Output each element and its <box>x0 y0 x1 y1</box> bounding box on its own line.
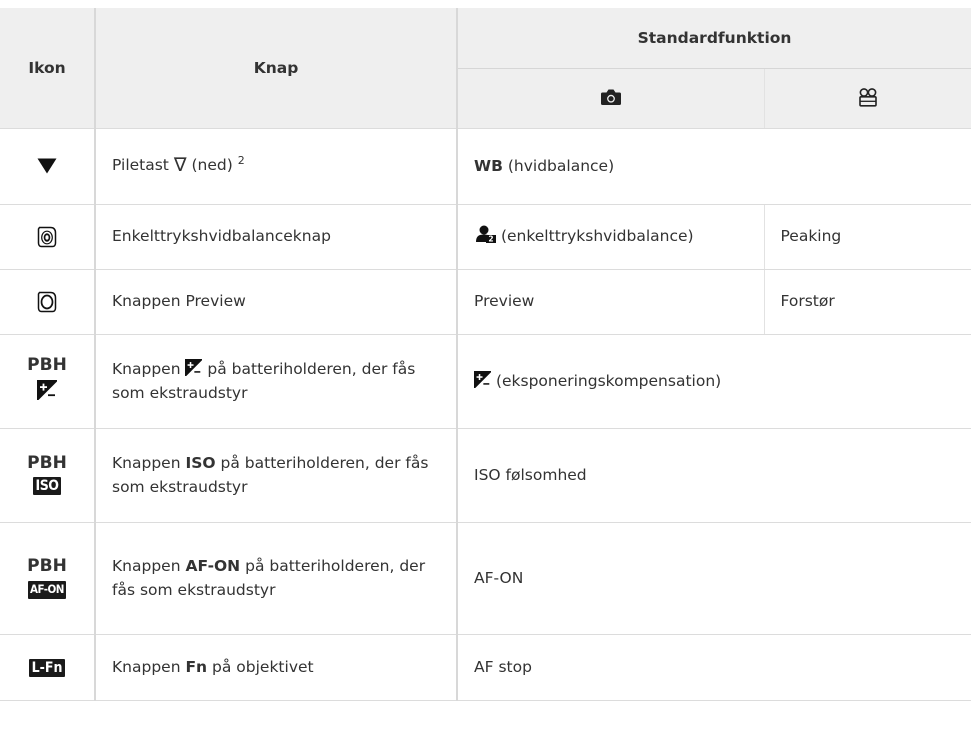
row-function-cell: AF stop <box>455 634 971 701</box>
row-button-cell: Knappen AF-ON på batteriholderen, der få… <box>94 522 457 635</box>
row-icon-cell: PBH <box>0 334 95 429</box>
pbh-label: PBH <box>27 555 67 576</box>
col-header-movie <box>763 68 971 129</box>
svg-text:2: 2 <box>488 235 493 243</box>
col-header-icon: Ikon <box>0 8 95 129</box>
row-movie-cell: Forstør <box>763 269 971 335</box>
exposure-comp-icon <box>185 358 203 376</box>
row-function-cell: (eksponeringskompensation) <box>455 334 971 429</box>
row-button-cell: Enkelttrykshvidbalanceknap <box>94 204 457 270</box>
movie-camera-icon <box>858 88 877 107</box>
col-header-photo <box>456 68 764 129</box>
row-function-cell: WB (hvidbalance) <box>455 128 971 205</box>
function-table: Ikon Knap Standardfunktion Piletast ∇ (n… <box>0 8 971 701</box>
row-icon-cell <box>0 128 95 205</box>
row-button-cell: Knappen Fn på objektivet <box>94 634 457 701</box>
l-fn-badge-icon: L-Fn <box>28 658 66 677</box>
table-row: L-Fn Knappen Fn på objektivet AF stop <box>0 634 971 701</box>
iso-badge-icon: ISO <box>32 477 62 496</box>
row-icon-cell: L-Fn <box>0 634 95 701</box>
row-movie-cell: Peaking <box>763 204 971 270</box>
table-row: PBH Knappen på batteriholderen, der fås … <box>0 334 971 429</box>
af-on-badge-icon: AF-ON <box>28 581 66 599</box>
table-row: Enkelttrykshvidbalanceknap 2 (enkelttryk… <box>0 204 971 270</box>
one-touch-wb-icon: 2 <box>476 225 496 244</box>
table-row: Knappen Preview Preview Forstør <box>0 269 971 335</box>
exposure-comp-icon <box>37 379 57 400</box>
row-photo-cell: 2 (enkelttrykshvidbalance) <box>456 204 764 270</box>
row-icon-cell <box>0 204 95 270</box>
pbh-label: PBH <box>27 355 67 376</box>
row-button-cell: Knappen ISO på batteriholderen, der fås … <box>94 428 457 523</box>
row-photo-cell: Preview <box>456 269 764 335</box>
row-button-cell: Knappen Preview <box>94 269 457 335</box>
pbh-label: PBH <box>27 452 67 473</box>
row-icon-cell: PBH AF-ON <box>0 522 95 635</box>
down-triangle-icon <box>37 158 57 174</box>
row-button-cell: Knappen på batteriholderen, der fås som … <box>94 334 457 429</box>
table-row: PBH AF-ON Knappen AF-ON på batteriholder… <box>0 522 971 635</box>
col-header-button: Knap <box>94 8 457 129</box>
col-header-default-function: Standardfunktion <box>455 8 971 69</box>
table-row: PBH ISO Knappen ISO på batteriholderen, … <box>0 428 971 523</box>
row-function-cell: ISO følsomhed <box>455 428 971 523</box>
exposure-comp-icon <box>474 370 491 388</box>
preview-button-icon <box>37 291 57 313</box>
row-function-cell: AF-ON <box>455 522 971 635</box>
row-button-cell: Piletast ∇ (ned) 2 <box>94 128 457 205</box>
table-row: Piletast ∇ (ned) 2 WB (hvidbalance) <box>0 128 971 205</box>
camera-icon <box>600 89 621 105</box>
row-icon-cell <box>0 269 95 335</box>
one-touch-wb-button-icon <box>37 226 57 248</box>
row-icon-cell: PBH ISO <box>0 428 95 523</box>
